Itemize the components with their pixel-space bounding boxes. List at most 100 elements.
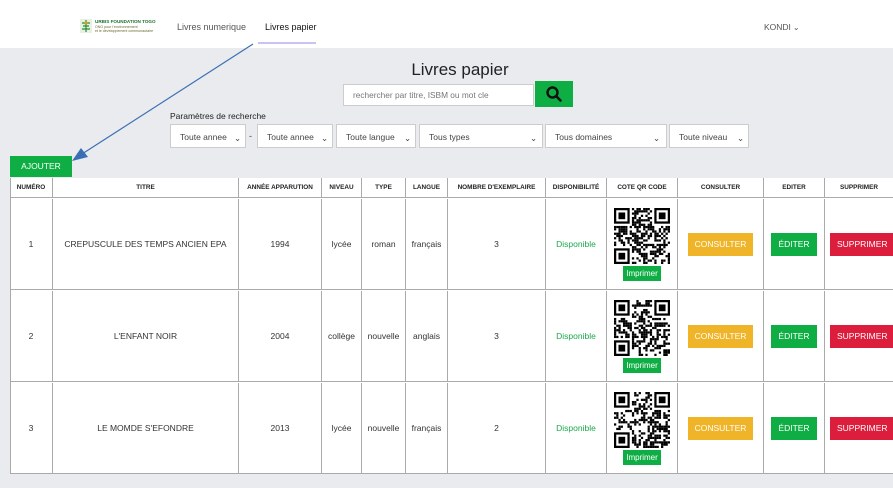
filter-year-to[interactable]: Toute annee ⌄ xyxy=(257,124,333,148)
nav-livres-papier[interactable]: Livres papier xyxy=(265,22,317,32)
col-header-supprimer: SUPPRIMER xyxy=(825,178,893,198)
cell-numero: 3 xyxy=(10,383,53,474)
delete-button[interactable]: SUPPRIMER xyxy=(830,416,893,440)
cell-supprimer: SUPPRIMER xyxy=(825,291,893,382)
print-button[interactable]: Imprimer xyxy=(623,449,661,465)
delete-button[interactable]: SUPPRIMER xyxy=(830,324,893,348)
col-header-titre: TITRE xyxy=(53,178,239,198)
filter-domain[interactable]: Tous domaines ⌄ xyxy=(545,124,667,148)
filter-level[interactable]: Toute niveau ⌄ xyxy=(669,124,749,148)
cell-qr: Imprimer xyxy=(607,291,678,382)
col-header-type: TYPE xyxy=(362,178,406,198)
cell-editer: ÉDITER xyxy=(764,291,825,382)
add-button[interactable]: AJOUTER xyxy=(10,156,72,177)
cell-supprimer: SUPPRIMER xyxy=(825,383,893,474)
col-header-langue: LANGUE xyxy=(406,178,448,198)
cell-nombre: 2 xyxy=(448,383,546,474)
qr-code-icon xyxy=(614,299,670,356)
cell-numero: 2 xyxy=(10,291,53,382)
search-input[interactable] xyxy=(343,84,534,106)
cell-disponibilite: Disponible xyxy=(546,291,607,382)
brand-logo[interactable]: URBIS FOUNDATION TOGO ONG pour l'environ… xyxy=(80,19,156,33)
cell-consulter: CONSULTER xyxy=(678,291,764,382)
col-header-niveau: NIVEAU xyxy=(322,178,362,198)
delete-button[interactable]: SUPPRIMER xyxy=(830,232,893,256)
edit-button[interactable]: ÉDITER xyxy=(771,416,817,440)
books-table: NUMÉRO TITRE ANNÉE APPARUTION NIVEAU TYP… xyxy=(10,178,893,474)
consult-button[interactable]: CONSULTER xyxy=(687,416,754,440)
filter-language-label: Toute langue xyxy=(346,132,395,142)
print-button[interactable]: Imprimer xyxy=(623,357,661,373)
nav-livres-numerique[interactable]: Livres numerique xyxy=(177,22,246,32)
search-button[interactable] xyxy=(535,81,573,107)
cell-titre: CREPUSCULE DES TEMPS ANCIEN EPA xyxy=(53,199,239,290)
filter-year-to-label: Toute annee xyxy=(267,132,314,142)
qr-code-icon xyxy=(614,391,670,448)
col-header-editer: EDITER xyxy=(764,178,825,198)
cell-nombre: 3 xyxy=(448,291,546,382)
cell-disponibilite: Disponible xyxy=(546,199,607,290)
cell-qr: Imprimer xyxy=(607,199,678,290)
cell-nombre: 3 xyxy=(448,199,546,290)
print-button[interactable]: Imprimer xyxy=(623,265,661,281)
top-navbar: URBIS FOUNDATION TOGO ONG pour l'environ… xyxy=(0,0,893,48)
filter-year-from[interactable]: Toute annee ⌄ xyxy=(170,124,246,148)
cell-niveau: lycée xyxy=(322,383,362,474)
cell-langue: anglais xyxy=(406,291,448,382)
cell-editer: ÉDITER xyxy=(764,199,825,290)
page-title: Livres papier xyxy=(411,60,509,79)
chevron-down-icon: ⌄ xyxy=(234,133,242,143)
brand-tagline-2: et le développement communautaire xyxy=(95,29,154,33)
cell-type: nouvelle xyxy=(362,291,406,382)
cell-qr: Imprimer xyxy=(607,383,678,474)
filter-type-label: Tous types xyxy=(429,132,470,142)
filter-type[interactable]: Tous types ⌄ xyxy=(419,124,543,148)
cell-annee: 2004 xyxy=(239,291,322,382)
user-menu[interactable]: KONDI ⌄ xyxy=(764,22,800,32)
cell-type: roman xyxy=(362,199,406,290)
col-header-nombre: NOMBRE D'EXEMPLAIRE xyxy=(448,178,546,198)
chevron-down-icon: ⌄ xyxy=(792,23,800,32)
col-header-qr: COTE QR CODE xyxy=(607,178,678,198)
cell-supprimer: SUPPRIMER xyxy=(825,199,893,290)
col-header-numero: NUMÉRO xyxy=(10,178,53,198)
col-header-disponibilite: DISPONIBILITÉ xyxy=(546,178,607,198)
cell-langue: français xyxy=(406,383,448,474)
edit-button[interactable]: ÉDITER xyxy=(771,232,817,256)
cell-type: nouvelle xyxy=(362,383,406,474)
col-header-consulter: CONSULTER xyxy=(678,178,764,198)
filter-language[interactable]: Toute langue ⌄ xyxy=(336,124,416,148)
cell-editer: ÉDITER xyxy=(764,383,825,474)
cell-disponibilite: Disponible xyxy=(546,383,607,474)
chevron-down-icon: ⌄ xyxy=(530,133,538,143)
consult-button[interactable]: CONSULTER xyxy=(687,232,754,256)
filter-domain-label: Tous domaines xyxy=(555,132,613,142)
chevron-down-icon: ⌄ xyxy=(321,133,329,143)
search-params-label: Paramètres de recherche xyxy=(170,111,266,121)
logo-emblem-icon xyxy=(80,19,92,33)
col-header-annee: ANNÉE APPARUTION xyxy=(239,178,322,198)
chevron-down-icon: ⌄ xyxy=(737,133,745,143)
chevron-down-icon: ⌄ xyxy=(404,133,412,143)
chevron-down-icon: ⌄ xyxy=(653,133,661,143)
search-icon xyxy=(546,86,562,102)
cell-annee: 1994 xyxy=(239,199,322,290)
edit-button[interactable]: ÉDITER xyxy=(771,324,817,348)
qr-code-icon xyxy=(614,207,670,264)
filter-range-separator: - xyxy=(249,131,252,141)
cell-annee: 2013 xyxy=(239,383,322,474)
cell-consulter: CONSULTER xyxy=(678,199,764,290)
cell-titre: L'ENFANT NOIR xyxy=(53,291,239,382)
user-name: KONDI xyxy=(764,22,791,32)
cell-niveau: collège xyxy=(322,291,362,382)
cell-titre: LE MOMDE S'EFONDRE xyxy=(53,383,239,474)
cell-langue: français xyxy=(406,199,448,290)
active-nav-indicator xyxy=(258,42,316,44)
consult-button[interactable]: CONSULTER xyxy=(687,324,754,348)
cell-niveau: lycée xyxy=(322,199,362,290)
cell-numero: 1 xyxy=(10,199,53,290)
filter-level-label: Toute niveau xyxy=(679,132,728,142)
filter-year-from-label: Toute annee xyxy=(180,132,227,142)
cell-consulter: CONSULTER xyxy=(678,383,764,474)
brand-name: URBIS FOUNDATION TOGO xyxy=(95,19,156,24)
